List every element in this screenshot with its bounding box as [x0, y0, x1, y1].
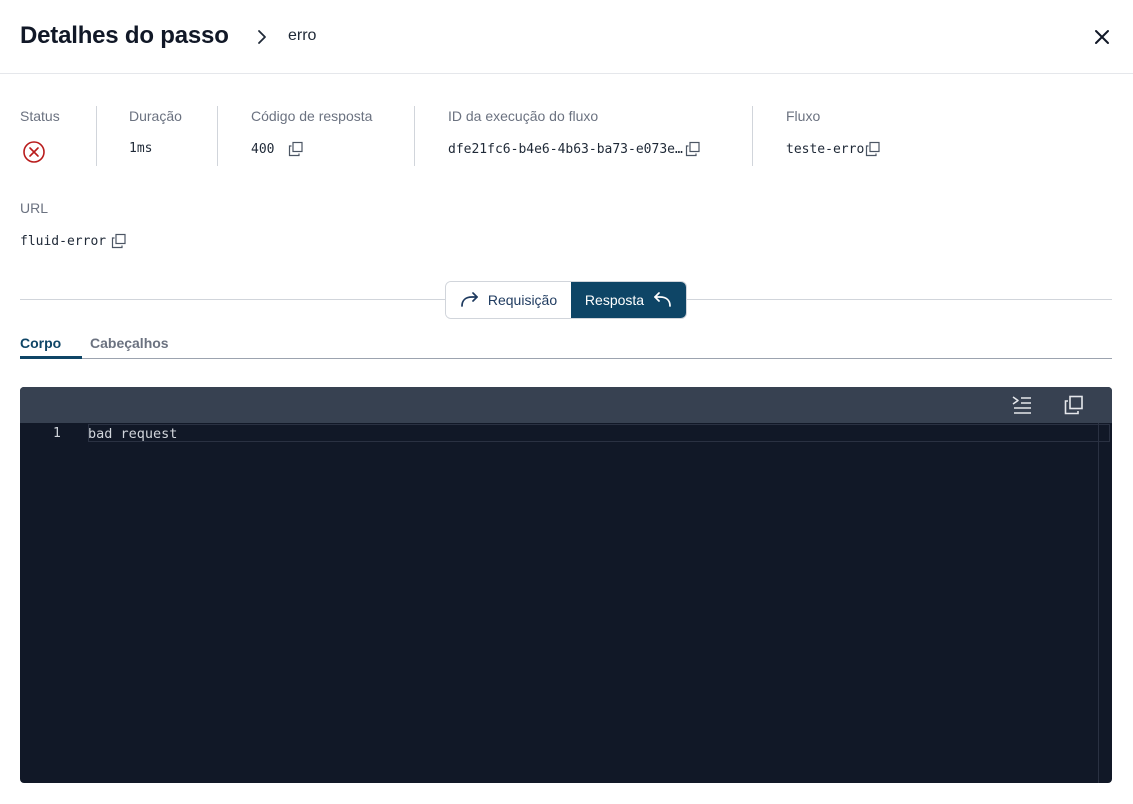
url-label: URL — [20, 200, 49, 216]
meta-status: Status — [20, 106, 90, 166]
active-line-highlight — [88, 424, 1110, 442]
code-line: bad request — [88, 426, 178, 442]
execution-id-label: ID da execução do fluxo — [448, 108, 599, 124]
meta-divider — [752, 106, 753, 166]
copy-icon[interactable] — [111, 233, 127, 249]
copy-icon[interactable] — [865, 141, 881, 157]
editor-body[interactable]: 1 bad request — [20, 423, 1112, 783]
request-toggle-label: Requisição — [487, 292, 558, 308]
redo-arrow-icon — [461, 292, 478, 307]
body-headers-tabs: Corpo Cabeçalhos — [20, 335, 1112, 359]
format-indent-icon[interactable] — [1012, 395, 1032, 415]
meta-execution-id: ID da execução do fluxo dfe21fc6-b4e6-4b… — [448, 106, 738, 166]
close-icon[interactable] — [1090, 25, 1114, 49]
meta-divider — [96, 106, 97, 166]
request-toggle-button[interactable]: Requisição — [446, 282, 571, 318]
response-toggle-label: Resposta — [584, 292, 645, 308]
undo-arrow-icon — [654, 292, 671, 307]
request-response-toggle: Requisição Resposta — [445, 281, 687, 319]
duration-value: 1ms — [129, 141, 153, 156]
error-circle-icon — [23, 141, 45, 163]
meta-divider — [217, 106, 218, 166]
meta-flow: Fluxo teste-erro — [786, 106, 936, 166]
response-code-label: Código de resposta — [251, 108, 373, 124]
tab-headers[interactable]: Cabeçalhos — [90, 335, 169, 359]
status-label: Status — [20, 108, 60, 124]
editor-toolbar — [20, 387, 1112, 423]
code-editor[interactable]: 1 bad request — [20, 387, 1112, 783]
meta-divider — [414, 106, 415, 166]
panel-header: Detalhes do passo erro — [0, 0, 1133, 74]
active-tab-indicator — [20, 356, 82, 359]
copy-icon[interactable] — [1064, 395, 1084, 415]
copy-icon[interactable] — [288, 141, 304, 157]
response-toggle-button[interactable]: Resposta — [571, 282, 686, 318]
flow-label: Fluxo — [786, 108, 821, 124]
chevron-right-icon — [258, 30, 266, 44]
page-title: Detalhes do passo — [20, 22, 229, 49]
meta-url: URL fluid-error — [20, 198, 220, 258]
flow-value: teste-erro — [786, 141, 881, 157]
breadcrumb-current: erro — [288, 27, 317, 44]
response-code-value: 400 — [251, 141, 304, 157]
meta-response-code: Código de resposta 400 — [251, 106, 401, 166]
url-value: fluid-error — [20, 233, 127, 249]
copy-icon[interactable] — [685, 141, 701, 157]
execution-id-value: dfe21fc6-b4e6-4b63-ba73-e073e… — [448, 141, 701, 157]
line-number: 1 — [53, 426, 61, 441]
scrollbar[interactable] — [1098, 423, 1099, 783]
duration-label: Duração — [129, 108, 182, 124]
meta-duration: Duração 1ms — [129, 106, 209, 166]
